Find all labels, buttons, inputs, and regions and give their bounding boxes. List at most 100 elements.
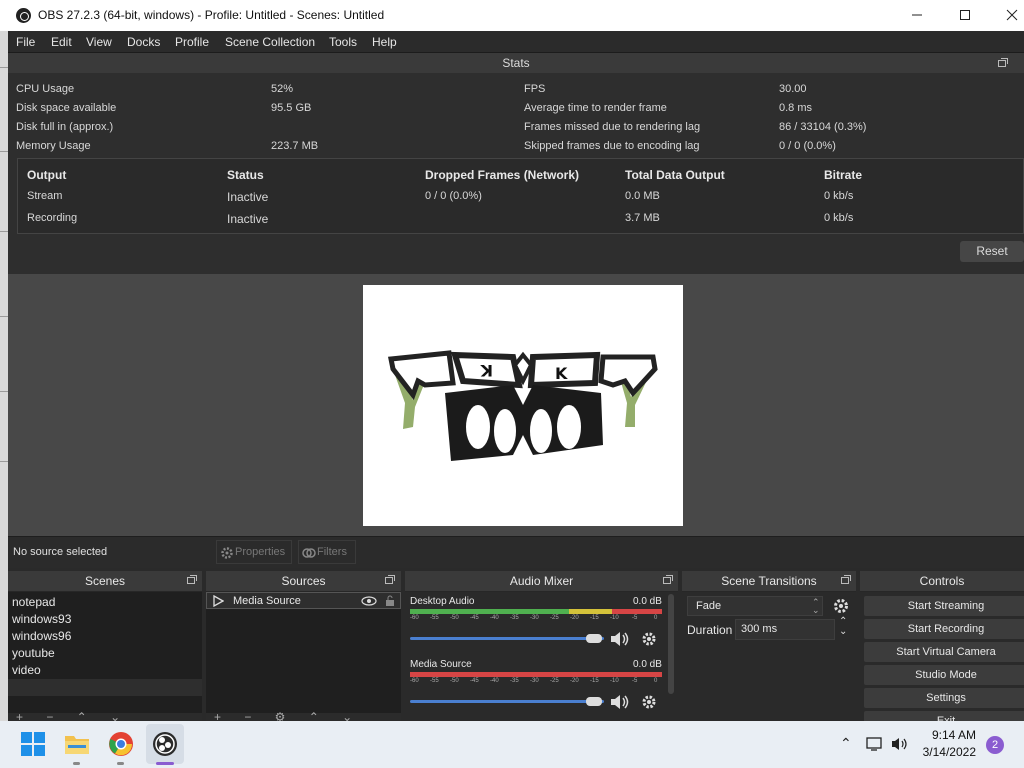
menu-file[interactable]: File	[16, 35, 35, 49]
channel-name: Media Source	[410, 659, 472, 670]
duration-input[interactable]: 300 ms	[735, 619, 835, 640]
menu-help[interactable]: Help	[372, 35, 397, 49]
network-icon[interactable]	[866, 736, 884, 752]
sources-header: Sources	[206, 571, 401, 591]
gear-icon[interactable]	[832, 597, 850, 615]
float-dock-icon[interactable]	[663, 575, 673, 584]
running-indicator	[73, 762, 80, 765]
scene-item[interactable]: windows96	[12, 629, 71, 643]
background-window-edge	[0, 31, 8, 721]
reset-button[interactable]: Reset	[960, 241, 1024, 262]
speaker-icon[interactable]	[609, 630, 631, 648]
studio-mode-button[interactable]: Studio Mode	[864, 665, 1024, 685]
source-item[interactable]: Media Source	[206, 592, 401, 609]
gear-icon[interactable]	[641, 694, 657, 710]
minimize-button[interactable]	[898, 3, 938, 27]
filter-icon	[302, 548, 316, 558]
speaker-icon[interactable]	[609, 693, 631, 711]
exit-button[interactable]: Exit	[864, 711, 1024, 721]
media-logo-image: K K	[388, 350, 658, 461]
visibility-eye-icon[interactable]	[361, 596, 377, 606]
filters-button[interactable]: Filters	[298, 540, 356, 564]
volume-slider-knob[interactable]	[586, 697, 602, 706]
scene-item[interactable]: windows93	[12, 612, 71, 626]
close-button[interactable]	[993, 3, 1024, 27]
menu-docks[interactable]: Docks	[127, 35, 160, 49]
transition-select[interactable]: Fade ⌃ ⌄	[687, 596, 823, 616]
windows-start-icon[interactable]	[20, 731, 46, 757]
menu-edit[interactable]: Edit	[51, 35, 72, 49]
table-cell: Inactive	[227, 212, 269, 226]
table-cell: Recording	[27, 212, 78, 224]
menu-tools[interactable]: Tools	[329, 35, 357, 49]
play-icon	[213, 595, 224, 607]
source-name: Media Source	[233, 595, 301, 607]
lock-icon[interactable]	[385, 595, 395, 606]
menu-scene-collection[interactable]: Scene Collection	[225, 35, 315, 49]
scene-item[interactable]: youtube	[12, 646, 55, 660]
source-toolbar: No source selected Properties Filters	[8, 536, 1024, 568]
db-scale: -60 -55 -50 -45 -40 -35 -30 -25 -20 -15 -10 -5 0	[410, 615, 658, 621]
mixer-scrollbar[interactable]	[668, 594, 674, 694]
file-explorer-icon[interactable]	[64, 731, 90, 757]
volume-slider-knob[interactable]	[586, 634, 602, 643]
scene-item[interactable]: video	[12, 663, 41, 677]
clock[interactable]: 9:14 AM 3/14/2022	[918, 728, 976, 759]
table-cell: Inactive	[227, 190, 269, 204]
properties-label: Properties	[235, 546, 286, 558]
selected-scene-highlight	[8, 679, 202, 696]
maximize-icon	[960, 10, 970, 20]
volume-slider[interactable]	[410, 700, 604, 703]
float-dock-icon[interactable]	[187, 575, 197, 584]
obs-taskbar-icon[interactable]	[152, 731, 178, 757]
float-dock-icon[interactable]	[385, 575, 395, 584]
scenes-toolbar: + − ⌃ ⌄	[8, 710, 202, 724]
scene-transitions-header: Scene Transitions	[682, 571, 856, 591]
stat-value: 86 / 33104 (0.3%)	[779, 121, 867, 133]
table-header: Bitrate	[824, 168, 863, 182]
title-bar: OBS 27.2.3 (64-bit, windows) - Profile: …	[0, 0, 1024, 31]
db-scale: -60 -55 -50 -45 -40 -35 -30 -25 -20 -15 -10 -5 0	[410, 678, 658, 684]
table-header: Dropped Frames (Network)	[425, 168, 580, 182]
volume-meter	[410, 609, 662, 614]
clock-date: 3/14/2022	[922, 745, 976, 759]
scene-item[interactable]: notepad	[12, 595, 55, 609]
window-title: OBS 27.2.3 (64-bit, windows) - Profile: …	[38, 8, 385, 22]
menu-profile[interactable]: Profile	[175, 35, 209, 49]
float-dock-icon[interactable]	[998, 58, 1008, 67]
svg-text:K: K	[480, 361, 493, 380]
gear-icon[interactable]	[641, 631, 657, 647]
stat-label: Disk space available	[16, 102, 117, 114]
stat-label: FPS	[524, 83, 546, 95]
volume-slider[interactable]	[410, 637, 604, 640]
duration-stepper-icon[interactable]: ⌃ ⌄	[839, 617, 847, 637]
menu-bar: File Edit View Docks Profile Scene Colle…	[8, 31, 1024, 53]
chevron-up-icon[interactable]: ⌃	[840, 735, 852, 752]
channel-name: Desktop Audio	[410, 596, 475, 607]
start-virtual-camera-button[interactable]: Start Virtual Camera	[864, 642, 1024, 662]
start-streaming-button[interactable]: Start Streaming	[864, 596, 1024, 616]
stat-label: CPU Usage	[16, 83, 75, 95]
preview-area[interactable]: K K	[8, 274, 1024, 536]
table-header: Total Data Output	[625, 168, 725, 182]
output-table: Output Status Dropped Frames (Network) T…	[17, 158, 1024, 234]
notification-badge[interactable]: 2	[986, 736, 1004, 754]
menu-view[interactable]: View	[86, 35, 112, 49]
float-dock-icon[interactable]	[841, 575, 851, 584]
volume-icon[interactable]	[891, 736, 909, 752]
maximize-button[interactable]	[946, 3, 986, 27]
channel-db: 0.0 dB	[633, 659, 662, 670]
preview-canvas[interactable]: K K	[363, 285, 683, 526]
table-cell: 3.7 MB	[625, 212, 660, 224]
chrome-icon[interactable]	[108, 731, 134, 757]
stat-value: 0.8 ms	[779, 102, 813, 114]
duration-label: Duration	[687, 623, 733, 637]
audio-mixer-dock: Audio Mixer Desktop Audio 0.0 dB -60 -55-…	[405, 571, 678, 721]
volume-meter	[410, 672, 662, 677]
start-recording-button[interactable]: Start Recording	[864, 619, 1024, 639]
obs-logo-icon	[16, 8, 31, 23]
properties-button[interactable]: Properties	[216, 540, 292, 564]
sources-toolbar: + − ⚙ ⌃ ⌄	[206, 710, 401, 724]
settings-button[interactable]: Settings	[864, 688, 1024, 708]
chevron-updown-icon: ⌃ ⌄	[812, 597, 820, 615]
